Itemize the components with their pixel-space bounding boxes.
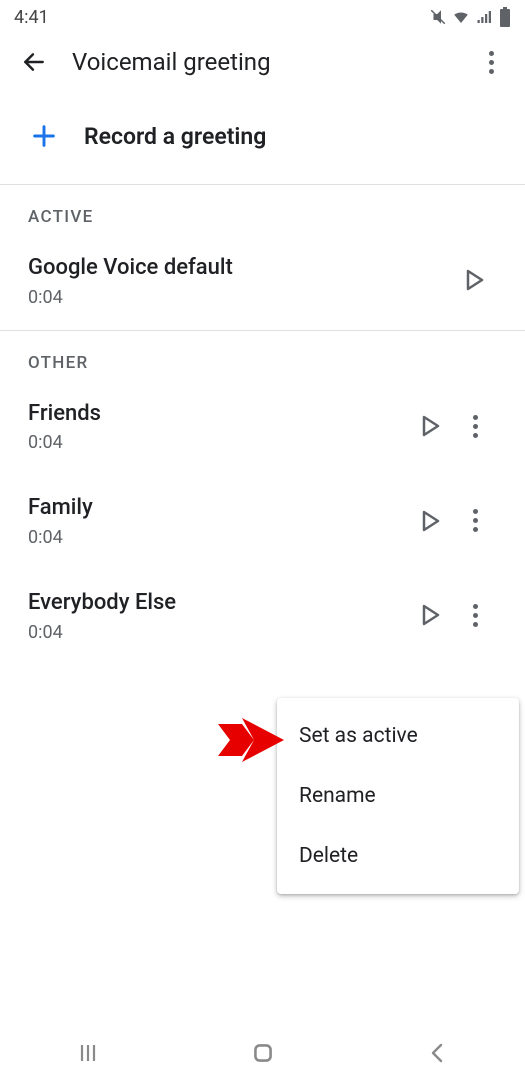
greeting-duration: 0:04 bbox=[28, 622, 409, 643]
play-icon bbox=[422, 604, 440, 626]
play-icon bbox=[422, 415, 440, 437]
greeting-name: Family bbox=[28, 493, 409, 523]
more-vert-icon bbox=[473, 509, 478, 532]
more-vert-icon bbox=[489, 51, 494, 74]
status-bar: 4:41 bbox=[0, 0, 525, 34]
menu-rename[interactable]: Rename bbox=[277, 766, 519, 826]
callout-arrow bbox=[218, 718, 284, 762]
play-icon bbox=[466, 269, 484, 291]
greeting-more-button[interactable] bbox=[453, 509, 497, 532]
more-vert-icon bbox=[473, 604, 478, 627]
section-header-active: ACTIVE bbox=[0, 185, 525, 235]
arrow-back-icon bbox=[21, 49, 47, 75]
greeting-family[interactable]: Family 0:04 bbox=[0, 475, 525, 570]
home-icon bbox=[250, 1040, 276, 1066]
arrow-right-icon bbox=[218, 718, 284, 762]
nav-home-button[interactable] bbox=[230, 1040, 296, 1066]
greeting-duration: 0:04 bbox=[28, 287, 453, 308]
app-bar: Voicemail greeting bbox=[0, 34, 525, 90]
record-greeting-row[interactable]: Record a greeting bbox=[0, 90, 525, 184]
menu-delete[interactable]: Delete bbox=[277, 826, 519, 886]
greeting-name: Google Voice default bbox=[28, 253, 453, 283]
play-icon bbox=[422, 510, 440, 532]
greeting-name: Everybody Else bbox=[28, 588, 409, 618]
signal-icon bbox=[475, 8, 495, 26]
greeting-more-button[interactable] bbox=[453, 604, 497, 627]
page-title: Voicemail greeting bbox=[72, 48, 471, 76]
greeting-friends[interactable]: Friends 0:04 bbox=[0, 381, 525, 476]
record-greeting-label: Record a greeting bbox=[84, 123, 266, 150]
context-menu: Set as active Rename Delete bbox=[277, 698, 519, 894]
menu-set-active[interactable]: Set as active bbox=[277, 706, 519, 766]
overflow-menu-button[interactable] bbox=[471, 42, 511, 82]
greeting-duration: 0:04 bbox=[28, 432, 409, 453]
wifi-icon bbox=[451, 8, 471, 26]
play-button[interactable] bbox=[409, 415, 453, 437]
battery-icon bbox=[499, 7, 511, 27]
chevron-left-icon bbox=[426, 1041, 450, 1065]
section-header-other: OTHER bbox=[0, 331, 525, 381]
status-icons bbox=[429, 7, 511, 27]
navigation-bar bbox=[0, 1026, 525, 1080]
more-vert-icon bbox=[473, 415, 478, 438]
play-button[interactable] bbox=[453, 269, 497, 291]
greeting-everybody-else[interactable]: Everybody Else 0:04 bbox=[0, 570, 525, 665]
status-time: 4:41 bbox=[14, 7, 49, 28]
nav-back-button[interactable] bbox=[405, 1041, 471, 1065]
recents-icon bbox=[76, 1041, 100, 1065]
plus-icon bbox=[24, 116, 64, 156]
greeting-name: Friends bbox=[28, 399, 409, 429]
back-button[interactable] bbox=[14, 42, 54, 82]
mute-icon bbox=[429, 8, 447, 26]
play-button[interactable] bbox=[409, 510, 453, 532]
greeting-active[interactable]: Google Voice default 0:04 bbox=[0, 235, 525, 330]
play-button[interactable] bbox=[409, 604, 453, 626]
greeting-more-button[interactable] bbox=[453, 415, 497, 438]
nav-recents-button[interactable] bbox=[55, 1041, 121, 1065]
greeting-duration: 0:04 bbox=[28, 527, 409, 548]
